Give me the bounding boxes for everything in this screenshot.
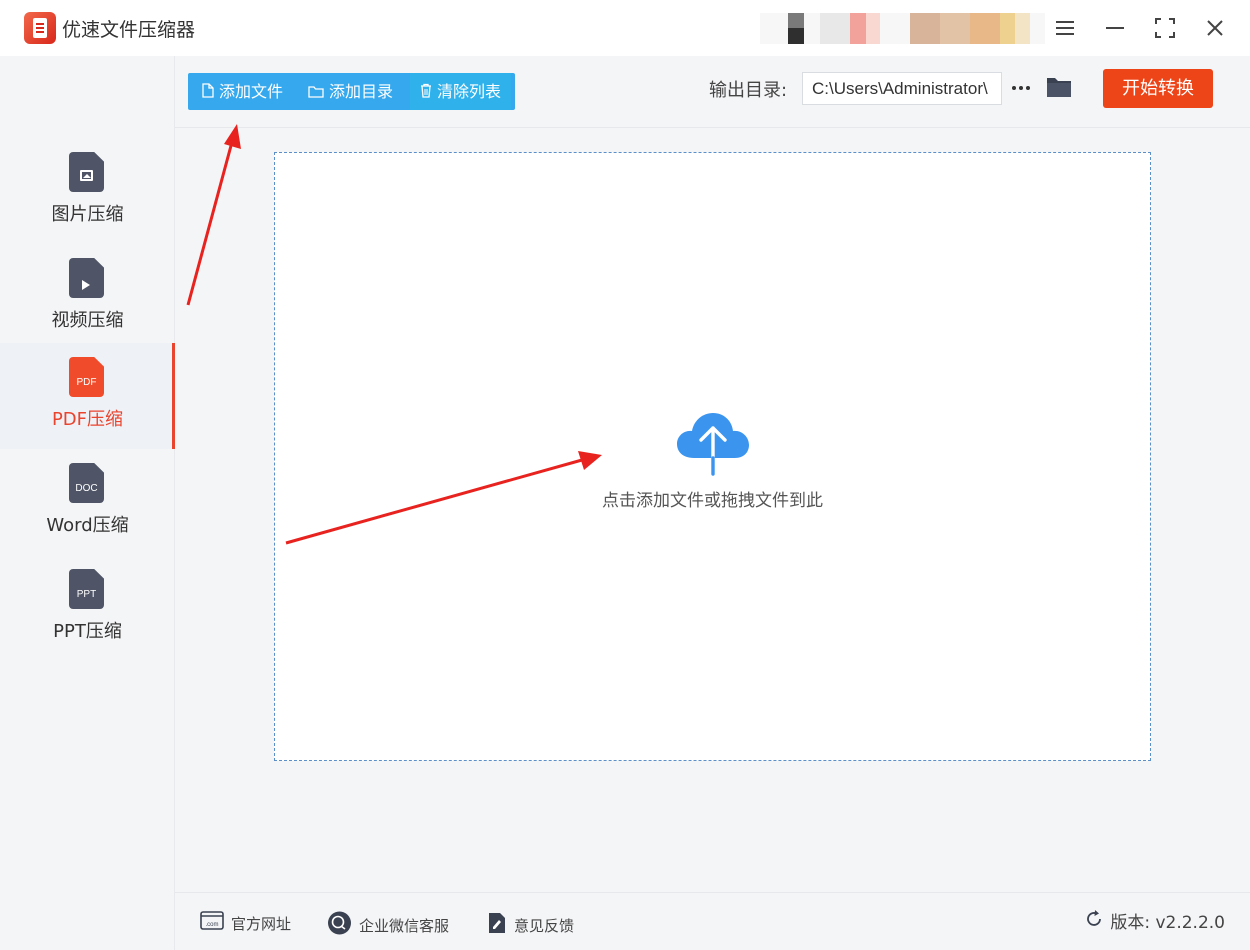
ppt-file-icon: PPT <box>69 569 104 609</box>
svg-text:.com: .com <box>205 922 218 928</box>
refresh-icon <box>1084 909 1104 937</box>
sidebar-item-label: 图片压缩 <box>51 204 124 225</box>
clear-list-button[interactable]: 清除列表 <box>410 73 512 111</box>
close-icon[interactable] <box>1199 12 1231 44</box>
start-convert-button[interactable]: 开始转换 <box>1103 69 1213 108</box>
sidebar-item-label: PDF压缩 <box>51 409 124 430</box>
sidebar-item-image-compress[interactable]: 图片压缩 <box>0 138 175 244</box>
output-dir-label: 输出目录: <box>709 80 788 101</box>
annotation-arrow-to-add-file <box>186 124 241 306</box>
more-options-icon[interactable] <box>1009 73 1033 103</box>
wechat-support-label: 企业微信客服 <box>359 917 450 935</box>
footer: .com 官方网址 企业微信客服 意见反馈 版本: v2.2.2.0 <box>175 892 1250 950</box>
feedback-label: 意见反馈 <box>514 917 575 935</box>
folder-outline-icon <box>308 74 324 111</box>
file-button-group: 添加文件 添加目录 清除列表 <box>188 73 515 110</box>
clear-list-label: 清除列表 <box>437 82 502 101</box>
sidebar-item-pdf-compress[interactable]: PDF PDF压缩 <box>0 343 175 449</box>
wechat-support-link[interactable]: 企业微信客服 <box>327 911 449 935</box>
add-file-label: 添加文件 <box>219 82 284 101</box>
wechat-icon <box>327 911 352 942</box>
website-icon: .com <box>200 911 224 938</box>
version-info[interactable]: 版本: v2.2.2.0 <box>1084 909 1225 937</box>
version-label: 版本: v2.2.2.0 <box>1110 913 1225 933</box>
official-website-label: 官方网址 <box>231 915 292 933</box>
trash-icon <box>420 74 432 111</box>
title-bar: 优速文件压缩器 <box>0 0 1250 56</box>
toolbar: 添加文件 添加目录 清除列表 输出目录: C:\Users\Administra… <box>175 56 1250 128</box>
feedback-icon <box>487 911 507 942</box>
sidebar-item-ppt-compress[interactable]: PPT PPT压缩 <box>0 555 175 661</box>
minimize-icon[interactable] <box>1099 12 1131 44</box>
open-folder-icon[interactable] <box>1045 74 1073 100</box>
doc-file-icon: DOC <box>69 463 104 503</box>
cloud-upload-icon <box>674 410 752 476</box>
video-file-icon <box>69 258 104 298</box>
maximize-icon[interactable] <box>1149 12 1181 44</box>
hamburger-menu-icon[interactable] <box>1049 12 1081 44</box>
add-folder-button[interactable]: 添加目录 <box>308 73 393 110</box>
output-dir-field[interactable]: C:\Users\Administrator\ <box>802 72 1002 105</box>
file-drop-zone[interactable]: 点击添加文件或拖拽文件到此 <box>274 152 1151 761</box>
image-file-icon <box>69 152 104 192</box>
sidebar: 图片压缩 视频压缩 PDF PDF压缩 DOC Word压缩 PPT PPT压缩 <box>0 56 175 950</box>
user-avatar[interactable] <box>760 13 1050 44</box>
sidebar-item-word-compress[interactable]: DOC Word压缩 <box>0 449 175 555</box>
sidebar-item-label: Word压缩 <box>46 515 129 536</box>
official-website-link[interactable]: .com 官方网址 <box>200 911 291 935</box>
add-file-button[interactable]: 添加文件 <box>202 73 283 110</box>
sidebar-item-video-compress[interactable]: 视频压缩 <box>0 244 175 350</box>
app-title: 优速文件压缩器 <box>62 19 196 41</box>
sidebar-item-label: 视频压缩 <box>51 310 124 331</box>
pdf-file-icon: PDF <box>69 357 104 397</box>
file-icon <box>202 74 214 111</box>
drop-zone-hint: 点击添加文件或拖拽文件到此 <box>602 491 823 511</box>
add-folder-label: 添加目录 <box>329 82 394 101</box>
sidebar-item-label: PPT压缩 <box>53 621 122 642</box>
app-logo-icon <box>24 12 56 44</box>
feedback-link[interactable]: 意见反馈 <box>487 911 574 935</box>
